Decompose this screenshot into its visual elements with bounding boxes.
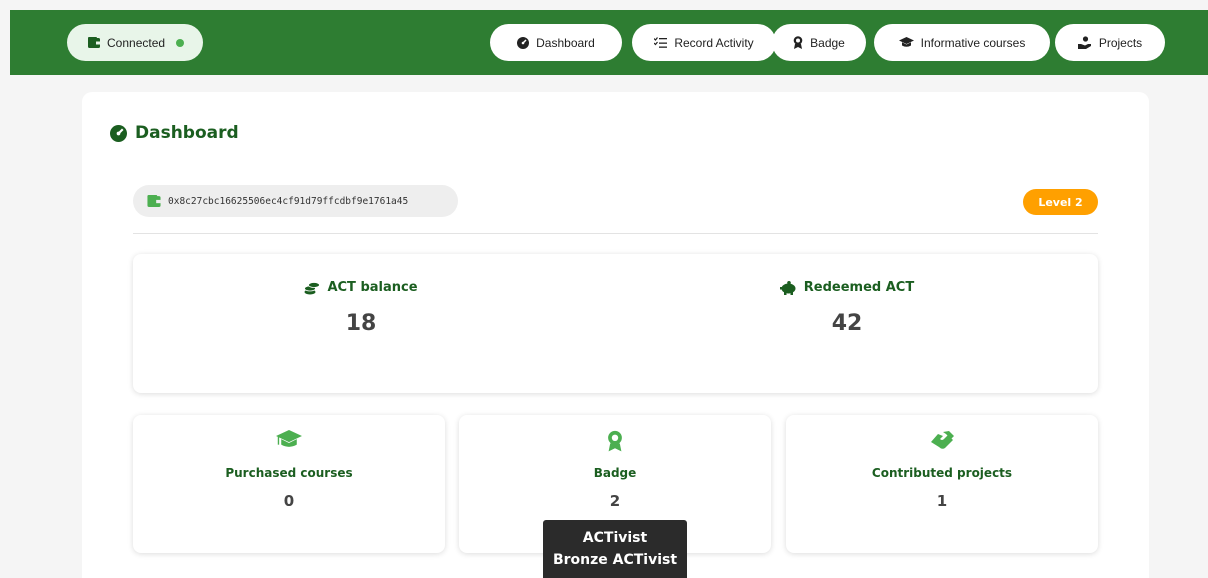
nav-informative-courses-button[interactable]: Informative courses [874,24,1050,61]
handshake-icon [931,431,954,449]
badge-label: Badge [593,466,637,480]
badge-tooltip: ACTivist Bronze ACTivist [543,520,687,578]
piggy-bank-icon [779,280,796,295]
purchased-courses-card: Purchased courses 0 [133,415,445,553]
level-badge: Level 2 [1023,189,1098,215]
graduation-cap-icon [276,430,302,447]
connected-status-button[interactable]: Connected [67,24,203,61]
top-navigation-bar: Connected Dashboard Record Activity Badg… [10,10,1208,75]
wallet-address-chip: 0x8c27cbc16625506ec4cf91d79ffcdbf9e1761a… [133,185,458,217]
redeemed-act-stat: Redeemed ACT 42 [697,280,997,336]
purchased-courses-value: 0 [283,492,295,510]
gauge-icon [517,36,530,49]
balance-card: ACT balance 18 Redeemed ACT 42 [133,254,1098,393]
gauge-icon [110,124,127,142]
act-balance-value: 18 [345,311,377,336]
hand-holding-icon [1077,36,1091,49]
graduation-cap-icon [898,37,914,47]
nav-badge-button[interactable]: Badge [772,24,866,61]
nav-record-activity-label: Record Activity [674,35,754,50]
purchased-courses-label: Purchased courses [225,466,353,480]
badge-value: 2 [609,492,621,510]
redeemed-act-label: Redeemed ACT [803,280,915,295]
nav-projects-button[interactable]: Projects [1055,24,1165,61]
page-title-text: Dashboard [135,123,239,143]
tooltip-line-2: Bronze ACTivist [552,552,678,568]
award-icon [608,430,622,452]
redeemed-act-value: 42 [831,311,863,336]
nav-badge-label: Badge [810,35,845,50]
nav-dashboard-button[interactable]: Dashboard [490,24,622,61]
wallet-icon [88,37,100,48]
award-icon [793,36,803,49]
connected-label: Connected [107,35,166,50]
wallet-icon [147,195,161,207]
nav-record-activity-button[interactable]: Record Activity [632,24,776,61]
act-balance-stat: ACT balance 18 [211,280,511,336]
coins-icon [304,281,321,294]
tooltip-line-1: ACTivist [582,530,648,546]
checklist-icon [654,37,668,48]
nav-dashboard-label: Dashboard [536,35,595,50]
contributed-projects-label: Contributed projects [871,466,1013,480]
contributed-projects-card: Contributed projects 1 [786,415,1098,553]
nav-informative-courses-label: Informative courses [920,35,1026,50]
act-balance-label: ACT balance [327,280,418,295]
connection-status-dot [176,38,185,47]
divider [133,233,1098,234]
page-title: Dashboard [110,123,239,143]
wallet-address: 0x8c27cbc16625506ec4cf91d79ffcdbf9e1761a… [168,195,409,207]
contributed-projects-value: 1 [936,492,948,510]
nav-projects-label: Projects [1098,35,1143,50]
